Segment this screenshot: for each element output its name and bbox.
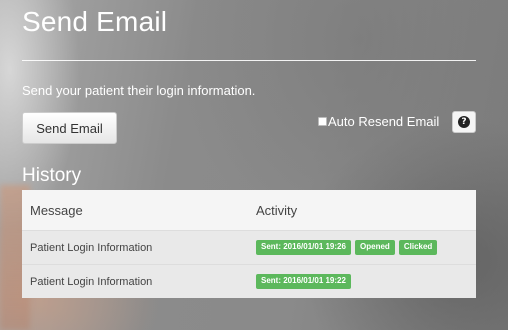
table-row: Patient Login Information Sent: 2016/01/… <box>22 264 476 298</box>
history-table: Message Activity Patient Login Informati… <box>22 190 476 298</box>
message-cell: Patient Login Information <box>22 264 248 298</box>
sent-badge: Sent: 2016/01/01 19:22 <box>256 274 351 289</box>
question-circle-icon: ? <box>458 116 470 128</box>
message-cell: Patient Login Information <box>22 230 248 265</box>
send-email-button[interactable]: Send Email <box>22 112 117 144</box>
clicked-badge: Clicked <box>398 240 438 255</box>
auto-resend-option[interactable]: Auto Resend Email <box>318 114 439 129</box>
help-button[interactable]: ? <box>452 111 476 133</box>
history-title: History <box>22 165 82 186</box>
history-header-row: Message Activity <box>22 190 476 231</box>
opened-badge: Opened <box>355 240 395 255</box>
column-header-activity: Activity <box>248 190 476 231</box>
column-header-message: Message <box>22 190 248 231</box>
send-email-panel: Send Email Send your patient their login… <box>0 0 508 330</box>
activity-cell: Sent: 2016/01/01 19:26 Opened Clicked <box>248 230 476 265</box>
table-row: Patient Login Information Sent: 2016/01/… <box>22 230 476 265</box>
page-title: Send Email <box>22 6 168 37</box>
auto-resend-label: Auto Resend Email <box>328 114 440 129</box>
title-divider <box>22 60 476 61</box>
auto-resend-checkbox[interactable] <box>318 117 327 126</box>
activity-cell: Sent: 2016/01/01 19:22 <box>248 264 476 298</box>
sent-badge: Sent: 2016/01/01 19:26 <box>256 240 351 255</box>
send-instruction: Send your patient their login informatio… <box>22 83 256 98</box>
